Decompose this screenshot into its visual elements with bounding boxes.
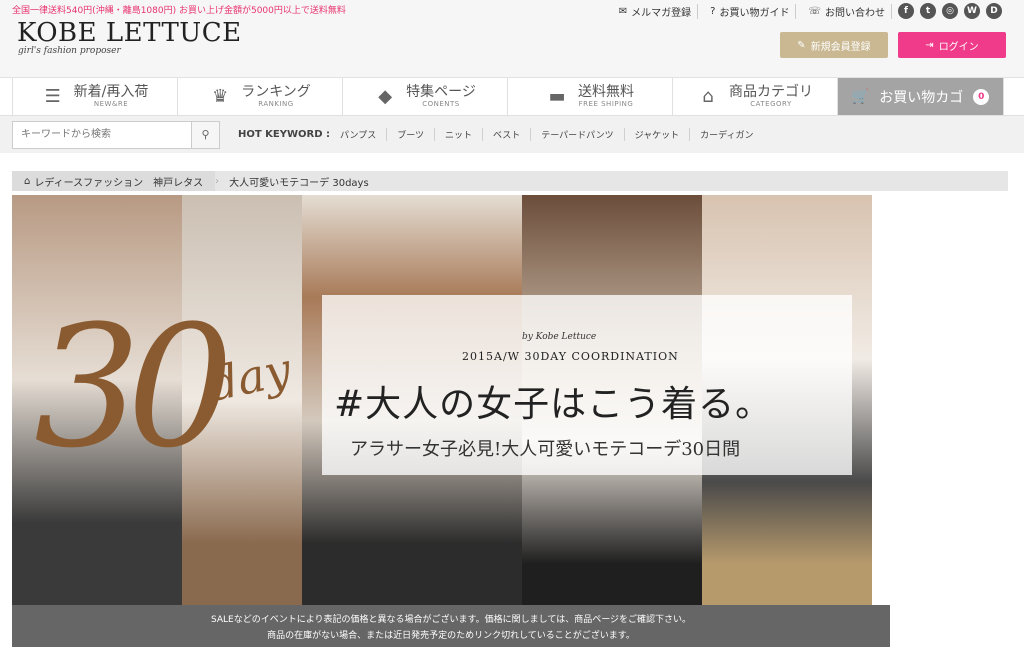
nav-label: 商品カテゴリ	[729, 84, 813, 100]
breadcrumb: ⌂ レディースファッション 神戸レタス › 大人可愛いモテコーデ 30days	[12, 171, 1008, 191]
cart-count-badge: 0	[973, 88, 990, 105]
search-icon: ⚲	[201, 128, 210, 141]
register-button[interactable]: ✎ 新規会員登録	[780, 32, 888, 58]
mail-icon: ✉	[618, 5, 628, 17]
wear-icon[interactable]: W	[964, 3, 980, 19]
breadcrumb-current: 大人可愛いモテコーデ 30days	[229, 177, 369, 189]
login-label: ログイン	[938, 41, 979, 53]
search-bar: ⚲ HOT KEYWORD : パンプス ブーツ ニット ベスト テーパードパン…	[0, 115, 1024, 153]
hero-banner[interactable]: 30 day by Kobe Lettuce 2015A/W 30DAY COO…	[12, 195, 872, 605]
nav-label: 新着/再入荷	[73, 84, 149, 100]
shopping-guide-link[interactable]: ? お買い物ガイド	[704, 3, 797, 19]
twitter-icon[interactable]: t	[920, 3, 936, 19]
hot-keyword-link[interactable]: ニット	[435, 128, 484, 141]
category-search-icon: ⌂	[702, 86, 714, 107]
logo-tagline: girl's fashion proposer	[18, 46, 121, 56]
search-box: ⚲	[12, 120, 220, 149]
banner-season: 2015A/W 30DAY COORDINATION	[462, 350, 679, 363]
banner-subhead: アラサー女子必見!大人可愛いモテコーデ30日間	[350, 439, 741, 460]
question-icon: ?	[710, 5, 716, 17]
hot-keyword-link[interactable]: カーディガン	[690, 128, 763, 141]
shopping-guide-label: お買い物ガイド	[719, 7, 790, 19]
leaf-icon: ✎	[797, 39, 806, 51]
hot-keyword-link[interactable]: ジャケット	[625, 128, 691, 141]
contact-link[interactable]: ☏ お問い合わせ	[802, 3, 892, 19]
shipping-promo: 全国一律送料540円(沖縄・離島1080円) お買い上げ金額が5000円以上で送…	[12, 6, 346, 16]
notice-line: SALEなどのイベントにより表記の価格と異なる場合がございます。価格に関しまして…	[210, 614, 692, 625]
newsletter-link[interactable]: ✉ メルマガ登録	[613, 3, 699, 19]
cart-icon: 🛒	[851, 88, 870, 105]
account-buttons: ✎ 新規会員登録 ⇥ ログイン	[780, 32, 1006, 58]
home-icon: ⌂	[24, 175, 31, 187]
breadcrumb-home[interactable]: ⌂ レディースファッション 神戸レタス	[12, 171, 216, 191]
hot-keyword-link[interactable]: テーパードパンツ	[531, 128, 625, 141]
hot-keyword-link[interactable]: パンプス	[330, 128, 388, 141]
nav-sublabel: CONENTS	[422, 100, 460, 108]
hot-keyword-link[interactable]: ベスト	[483, 128, 532, 141]
crown-icon: ♛	[212, 86, 229, 107]
list-icon: ☰	[44, 86, 61, 107]
nav-sublabel: FREE SHIPING	[578, 100, 634, 108]
newsletter-label: メルマガ登録	[631, 7, 692, 19]
hot-keyword-link[interactable]: ブーツ	[387, 128, 436, 141]
tag-icon: ◆	[378, 86, 393, 107]
nav-label: 送料無料	[578, 84, 634, 100]
cart-button[interactable]: 🛒 お買い物カゴ 0	[838, 78, 1004, 115]
main-nav: ☰ 新着/再入荷 NEW&RE ♛ ランキング RANKING ◆ 特集ページ CON…	[12, 78, 1024, 115]
phone-icon: ☏	[808, 5, 821, 17]
utility-nav: ✉ メルマガ登録 ? お買い物ガイド ☏ お問い合わせ f t ◎ W D	[613, 3, 1002, 19]
truck-icon: ▬	[548, 86, 566, 107]
login-icon: ⇥	[925, 39, 934, 51]
login-button[interactable]: ⇥ ログイン	[898, 32, 1006, 58]
site-header: 全国一律送料540円(沖縄・離島1080円) お買い上げ金額が5000円以上で送…	[0, 0, 1024, 78]
nav-category[interactable]: ⌂ 商品カテゴリ CATEGORY	[673, 78, 838, 115]
contact-label: お問い合わせ	[825, 7, 885, 19]
nav-ranking[interactable]: ♛ ランキング RANKING	[178, 78, 343, 115]
search-button[interactable]: ⚲	[191, 121, 219, 148]
nav-label: 特集ページ	[406, 84, 476, 100]
register-label: 新規会員登録	[810, 41, 871, 53]
site-logo[interactable]: KOBE LETTUCE	[17, 18, 242, 48]
nav-free-shipping[interactable]: ▬ 送料無料 FREE SHIPING	[508, 78, 673, 115]
nav-new-arrivals[interactable]: ☰ 新着/再入荷 NEW&RE	[13, 78, 178, 115]
instagram-icon[interactable]: ◎	[942, 3, 958, 19]
price-notice: SALEなどのイベントにより表記の価格と異なる場合がございます。価格に関しまして…	[12, 605, 890, 647]
notice-line: 商品の在庫がない場合、または近日発売予定のためリンク切れしていることがございます…	[267, 630, 635, 641]
banner-headline: #大人の女子はこう着る。	[334, 384, 773, 425]
nav-features[interactable]: ◆ 特集ページ CONENTS	[343, 78, 508, 115]
hot-keyword-label: HOT KEYWORD :	[238, 129, 331, 140]
nav-sublabel: CATEGORY	[750, 100, 792, 108]
breadcrumb-item: レディースファッション 神戸レタス	[34, 177, 204, 189]
banner-30-numeral: 30	[34, 289, 234, 485]
line-icon[interactable]: D	[986, 3, 1002, 19]
search-input[interactable]	[13, 121, 191, 148]
cart-label: お買い物カゴ	[879, 89, 964, 106]
nav-sublabel: NEW&RE	[93, 100, 129, 108]
nav-label: ランキング	[241, 84, 311, 100]
banner-by-line: by Kobe Lettuce	[522, 332, 597, 342]
facebook-icon[interactable]: f	[898, 3, 914, 19]
nav-sublabel: RANKING	[258, 100, 294, 108]
